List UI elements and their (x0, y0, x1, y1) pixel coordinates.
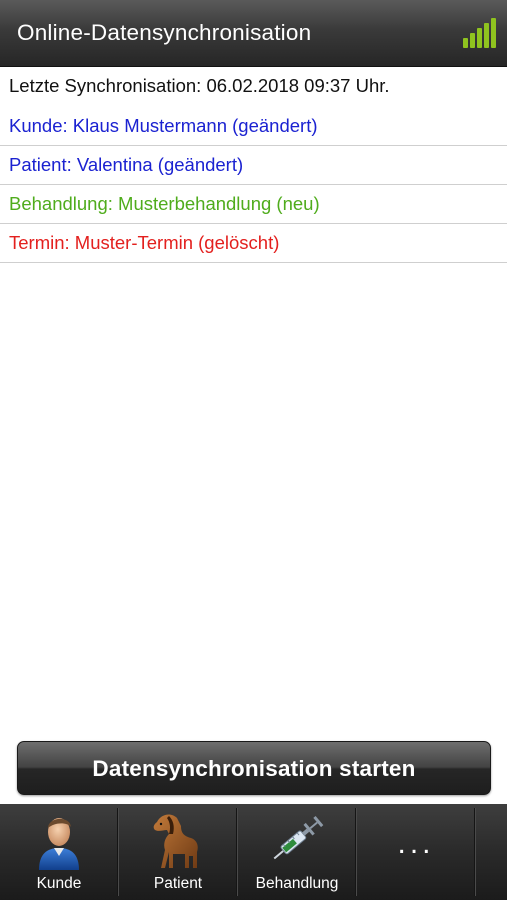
tab-label-patient: Patient (153, 875, 203, 892)
horse-icon (119, 812, 237, 870)
person-icon (0, 812, 118, 870)
last-sync-text: Letzte Synchronisation: 06.02.2018 09:37… (9, 75, 390, 96)
tab-label-kunde: Kunde (36, 875, 82, 892)
sync-item-termin[interactable]: Termin: Muster-Termin (gelöscht) (0, 224, 507, 263)
tab-label-behandlung: Behandlung (255, 875, 339, 892)
tab-patient[interactable]: Patient (119, 804, 237, 900)
header-bar: Online-Datensynchronisation (0, 0, 507, 67)
sync-content: Letzte Synchronisation: 06.02.2018 09:37… (0, 67, 507, 263)
tab-bar: Kunde Patient Behandlung ... (0, 804, 507, 900)
page-title: Online-Datensynchronisation (17, 20, 312, 45)
start-sync-button[interactable]: Datensynchronisation starten (17, 741, 491, 795)
syringe-icon (238, 812, 356, 870)
sync-item-kunde[interactable]: Kunde: Klaus Mustermann (geändert) (0, 107, 507, 146)
tab-behandlung[interactable]: Behandlung (238, 804, 356, 900)
tab-more[interactable]: ... (357, 804, 475, 900)
sync-item-behandlung[interactable]: Behandlung: Musterbehandlung (neu) (0, 185, 507, 224)
more-icon: ... (397, 827, 435, 860)
sync-item-patient[interactable]: Patient: Valentina (geändert) (0, 146, 507, 185)
tab-kunde[interactable]: Kunde (0, 804, 118, 900)
signal-strength-icon (463, 18, 496, 48)
